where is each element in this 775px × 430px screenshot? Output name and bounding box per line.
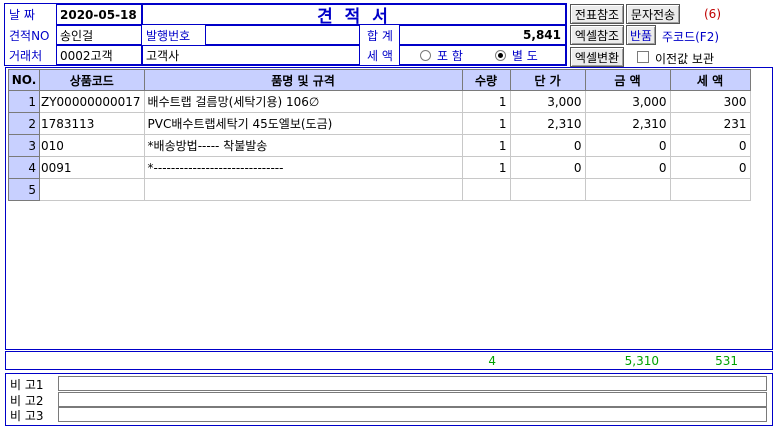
price-cell[interactable]: 0 [509, 156, 586, 179]
tax-cell[interactable]: 0 [669, 134, 751, 157]
table-row[interactable]: 1 ZY00000000017 배수트랩 걸름망(세탁기용) 106∅ 1 3,… [8, 90, 751, 113]
item-code-cell[interactable]: ZY00000000017 [39, 90, 145, 113]
row-number: 1 [8, 90, 40, 113]
col-header-qty[interactable]: 수량 [461, 69, 511, 91]
keep-previous-label[interactable]: 이전값 보관 [655, 50, 714, 67]
item-name-cell[interactable]: 배수트랩 걸름망(세탁기용) 106∅ [143, 90, 463, 113]
table-row[interactable]: 4 0091 *------------------------------ 1… [8, 156, 751, 179]
client-name-field[interactable]: 고객사 [142, 45, 360, 65]
page-title: 견 적 서 [317, 7, 391, 27]
tax-cell[interactable] [669, 178, 751, 201]
amount-cell[interactable]: 0 [584, 156, 671, 179]
amount-total: 5,310 [624, 354, 659, 368]
qty-cell[interactable] [461, 178, 511, 201]
total-label: 합 계 [367, 28, 393, 43]
qty-total: 4 [488, 354, 496, 368]
item-code-cell[interactable] [39, 178, 145, 201]
item-code-cell[interactable]: 010 [39, 134, 145, 157]
tax-label: 세 액 [367, 48, 393, 63]
amount-cell[interactable]: 2,310 [584, 112, 671, 135]
client-label: 거래처 [9, 48, 43, 63]
tax-separate-radio[interactable] [494, 49, 506, 61]
return-button[interactable]: 반품 [626, 25, 656, 45]
col-header-no[interactable]: NO. [8, 69, 40, 91]
row-number: 5 [8, 178, 40, 201]
tax-cell[interactable]: 231 [669, 112, 751, 135]
remark-field-1[interactable] [58, 376, 767, 391]
table-row[interactable]: 3 010 *배송방법----- 착불발송 1 0 0 0 [8, 134, 751, 157]
col-header-name[interactable]: 품명 및 규격 [143, 69, 463, 91]
col-header-amount[interactable]: 금 액 [584, 69, 671, 91]
excel-convert-button[interactable]: 엑셀변환 [570, 47, 624, 67]
price-cell[interactable]: 2,310 [509, 112, 586, 135]
item-name-cell[interactable]: *------------------------------ [143, 156, 463, 179]
main-code-label[interactable]: 주코드(F2) [662, 28, 719, 45]
table-row[interactable]: 2 1783113 PVC배수트랩세탁기 45도엘보(도금) 1 2,310 2… [8, 112, 751, 135]
remark-field-2[interactable] [58, 392, 767, 407]
item-name-cell[interactable]: PVC배수트랩세탁기 45도엘보(도금) [143, 112, 463, 135]
row-number: 3 [8, 134, 40, 157]
item-code-cell[interactable]: 1783113 [39, 112, 145, 135]
price-cell[interactable] [509, 178, 586, 201]
item-code-cell[interactable]: 0091 [39, 156, 145, 179]
issue-no-label: 발행번호 [146, 28, 191, 43]
row-number: 4 [8, 156, 40, 179]
tax-cell[interactable]: 300 [669, 90, 751, 113]
quote-no-field[interactable]: 송인걸 [56, 25, 142, 45]
date-label: 날 짜 [9, 8, 35, 22]
sms-count: (6) [704, 7, 721, 21]
keep-previous-checkbox[interactable] [637, 51, 649, 63]
qty-cell[interactable]: 1 [461, 134, 511, 157]
table-header-row: NO. 상품코드 품명 및 규격 수량 단 가 금 액 세 액 [8, 69, 751, 91]
remark-label-3: 비 고3 [10, 409, 44, 423]
excel-ref-button[interactable]: 엑셀참조 [570, 25, 624, 45]
table-row[interactable]: 5 [8, 178, 751, 201]
issue-no-field[interactable] [205, 25, 360, 45]
tax-separate-label[interactable]: 별 도 [512, 47, 538, 64]
item-name-cell[interactable]: *배송방법----- 착불발송 [143, 134, 463, 157]
tax-cell[interactable]: 0 [669, 156, 751, 179]
item-name-cell[interactable] [143, 178, 463, 201]
amount-cell[interactable] [584, 178, 671, 201]
tax-included-radio[interactable] [420, 49, 431, 61]
item-table: NO. 상품코드 품명 및 규격 수량 단 가 금 액 세 액 1 ZY0000… [8, 69, 751, 201]
total-field: 5,841 [399, 25, 566, 45]
amount-cell[interactable]: 3,000 [584, 90, 671, 113]
row-number: 2 [8, 112, 40, 135]
amount-cell[interactable]: 0 [584, 134, 671, 157]
quote-no-label: 견적NO [9, 28, 50, 43]
price-cell[interactable]: 0 [509, 134, 586, 157]
col-header-price[interactable]: 단 가 [509, 69, 586, 91]
tax-included-label[interactable]: 포 함 [437, 47, 463, 64]
price-cell[interactable]: 3,000 [509, 90, 586, 113]
client-code-field[interactable]: 0002고객 [56, 45, 142, 65]
title-area: 견 적 서 [142, 4, 566, 27]
remark-field-3[interactable] [58, 407, 767, 422]
sms-send-button[interactable]: 문자전송 [626, 4, 680, 24]
col-header-code[interactable]: 상품코드 [39, 69, 145, 91]
remark-label-1: 비 고1 [10, 378, 44, 392]
tax-option-group: 포 함 별 도 [399, 45, 566, 65]
col-header-tax[interactable]: 세 액 [669, 69, 751, 91]
voucher-ref-button[interactable]: 전표참조 [570, 4, 624, 24]
date-field[interactable]: 2020-05-18 [56, 4, 142, 25]
tax-total: 531 [715, 354, 738, 368]
qty-cell[interactable]: 1 [461, 112, 511, 135]
qty-cell[interactable]: 1 [461, 156, 511, 179]
qty-cell[interactable]: 1 [461, 90, 511, 113]
